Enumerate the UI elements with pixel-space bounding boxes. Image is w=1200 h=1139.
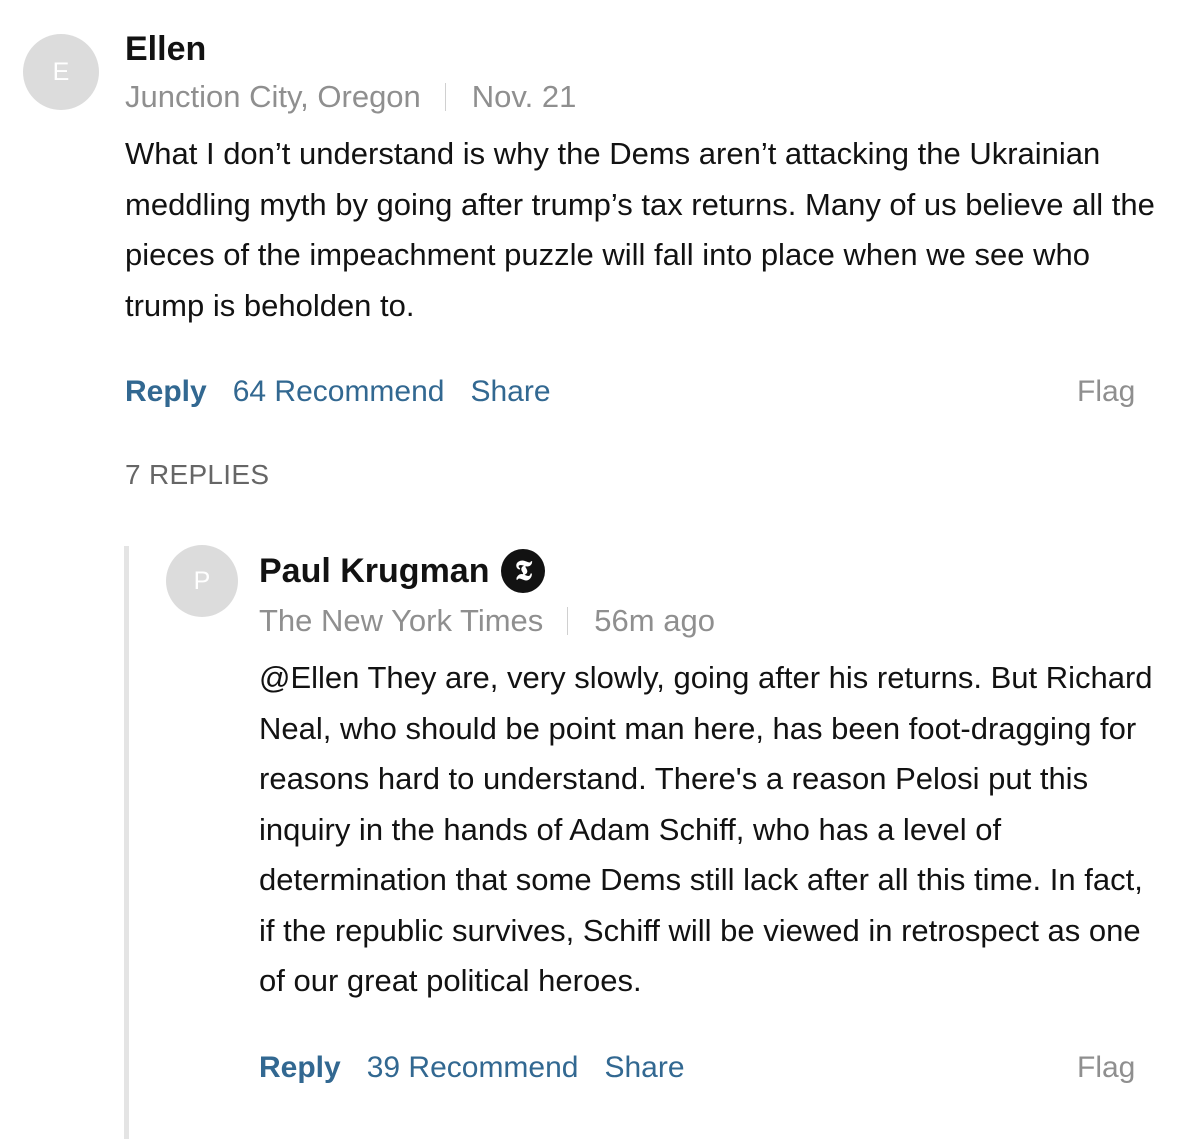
reply-meta: The New York Times 56m ago [259,603,715,639]
reply-affiliation: The New York Times [259,603,544,638]
nyt-logo-icon: 𝕿 [501,549,546,593]
flag-button[interactable]: Flag [1077,1051,1135,1085]
meta-divider [567,607,569,635]
share-button[interactable]: Share [470,375,550,409]
reply-button[interactable]: Reply [125,375,207,409]
reply-author[interactable]: Paul Krugman 𝕿 [259,549,546,593]
reply-actions: Reply 39 Recommend Share [259,1051,685,1085]
comment-author[interactable]: Ellen [125,30,206,69]
comment-meta: Junction City, Oregon Nov. 21 [125,79,576,115]
reply-button[interactable]: Reply [259,1051,341,1085]
thread-line [124,546,129,1139]
flag-button[interactable]: Flag [1077,375,1135,409]
share-button[interactable]: Share [604,1051,684,1085]
recommend-button[interactable]: 64 Recommend [233,375,445,409]
reply-author-name: Paul Krugman [259,551,490,590]
recommend-button[interactable]: 39 Recommend [367,1051,579,1085]
meta-divider [444,83,446,111]
avatar: E [23,34,99,110]
reply-time: 56m ago [594,603,715,638]
replies-count[interactable]: 7 REPLIES [125,459,269,491]
comment-actions: Reply 64 Recommend Share [125,375,551,409]
comment-body: What I don’t understand is why the Dems … [125,136,1155,323]
comment-location: Junction City, Oregon [125,79,421,114]
comment-date: Nov. 21 [471,79,577,114]
reply-body: @Ellen They are, very slowly, going afte… [259,660,1153,998]
reply-avatar: P [166,545,238,617]
